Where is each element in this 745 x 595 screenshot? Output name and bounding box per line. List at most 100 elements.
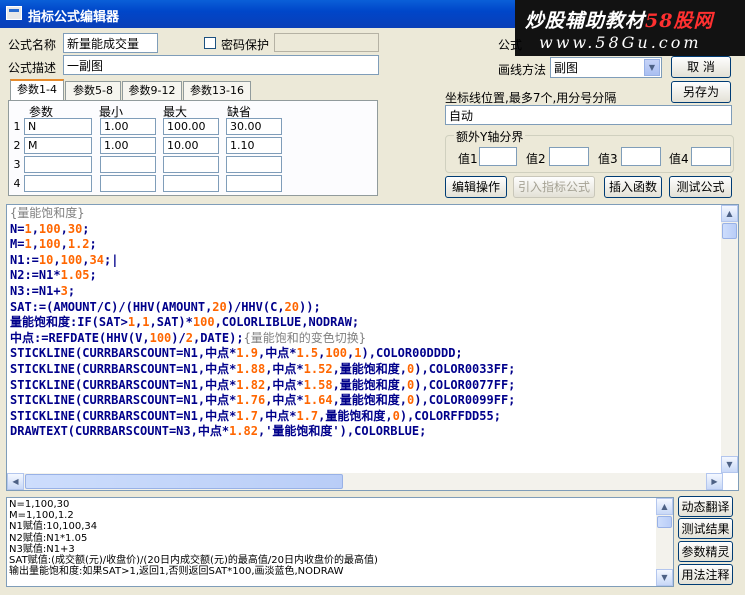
scroll-left-icon[interactable]: ◀ (7, 473, 24, 490)
code-token: {量能饱和的变色切换} (243, 330, 367, 345)
extra-y-axis-title: 额外Y轴分界 (454, 128, 526, 145)
code-token: ),COLOR0099FF; (414, 393, 516, 408)
output-vscroll-thumb[interactable] (657, 516, 672, 528)
edit-operation-button[interactable]: 编辑操作 (445, 176, 507, 198)
tab-params-9-12[interactable]: 参数9-12 (122, 81, 182, 101)
dynamic-translate-button[interactable]: 动态翻译 (678, 496, 733, 517)
code-line[interactable]: STICKLINE(CURRBARSCOUNT=N1,中点*1.88,中点*1.… (10, 362, 515, 378)
code-line[interactable]: STICKLINE(CURRBARSCOUNT=N1,中点*1.9,中点*1.5… (10, 346, 515, 362)
code-token: 1.64 (303, 393, 333, 408)
code-token: 1.82 (236, 377, 266, 392)
code-token: 1.5 (296, 346, 319, 361)
param-row-num: 3 (13, 158, 21, 171)
code-line[interactable]: STICKLINE(CURRBARSCOUNT=N1,中点*1.7,中点*1.7… (10, 409, 515, 425)
draw-method-select[interactable]: 副图 ▼ (550, 57, 662, 78)
editor-vscroll-thumb[interactable] (722, 223, 737, 239)
value1-input[interactable] (479, 147, 517, 166)
scroll-down-icon[interactable]: ▼ (721, 456, 738, 473)
code-token: 2 (185, 330, 193, 345)
code-token: 1.05 (60, 268, 90, 283)
code-line[interactable]: {量能饱和度} (10, 206, 515, 222)
param-name-input[interactable]: N (24, 118, 92, 135)
code-line[interactable]: STICKLINE(CURRBARSCOUNT=N1,中点*1.82,中点*1.… (10, 378, 515, 394)
code-line[interactable]: 中点:=REFDATE(HHV(V,100)/2,DATE);{量能饱和的变色切… (10, 331, 515, 347)
code-token: )/HHV(C, (226, 299, 285, 314)
editor-hscroll-thumb[interactable] (25, 474, 343, 489)
code-token: 100 (38, 221, 61, 236)
formula-code-text[interactable]: {量能饱和度} N=1,100,30; M=1,100,1.2; N1:=10,100… (10, 206, 515, 440)
value4-input[interactable] (691, 147, 731, 166)
value2-input[interactable] (549, 147, 589, 166)
param-min-input[interactable]: 1.00 (100, 118, 156, 135)
editor-horizontal-scrollbar[interactable]: ◀ ▶ (7, 473, 723, 490)
param-name-input[interactable] (24, 175, 92, 192)
code-line[interactable]: 量能饱和度:IF(SAT>1,1,SAT)*100,COLORLIBLUE,NO… (10, 315, 515, 331)
editor-vertical-scrollbar[interactable]: ▲ ▼ (721, 205, 738, 473)
code-token: 1.52 (303, 361, 333, 376)
code-token: 3 (60, 283, 68, 298)
param-max-input[interactable]: 100.00 (163, 118, 219, 135)
app-window-icon (6, 6, 22, 20)
param-min-input[interactable]: 1.00 (100, 137, 156, 154)
param-max-input[interactable]: 10.00 (163, 137, 219, 154)
test-formula-button[interactable]: 测试公式 (669, 176, 732, 198)
value1-label: 值1 (458, 152, 478, 166)
code-line[interactable]: N1:=10,100,34;| (10, 253, 515, 269)
formula-code-editor[interactable]: {量能饱和度} N=1,100,30; M=1,100,1.2; N1:=10,100… (6, 204, 739, 491)
cancel-button[interactable]: 取 消 (671, 56, 731, 78)
translation-text: N=1,100,30 M=1,100,1.2 N1赋值:10,100,34 N2赋值:… (9, 499, 378, 577)
scroll-right-icon[interactable]: ▶ (706, 473, 723, 490)
translation-line: N2赋值:N1*1.05 (9, 532, 88, 544)
window-title: 指标公式编辑器 (28, 10, 120, 25)
chevron-down-icon[interactable]: ▼ (644, 59, 660, 76)
param-default-input[interactable] (226, 175, 282, 192)
output-vertical-scrollbar[interactable]: ▲ ▼ (656, 498, 673, 586)
param-name-input[interactable]: M (24, 137, 92, 154)
code-line[interactable]: N=1,100,30; (10, 222, 515, 238)
param-row-num: 4 (13, 177, 21, 190)
usage-note-button[interactable]: 用法注释 (678, 564, 733, 585)
insert-function-button[interactable]: 插入函数 (604, 176, 662, 198)
formula-name-input[interactable]: 新量能成交量 (63, 33, 158, 53)
param-min-input[interactable] (100, 175, 156, 192)
param-default-input[interactable]: 30.00 (226, 118, 282, 135)
password-checkbox[interactable] (204, 37, 216, 49)
code-token: , (60, 221, 68, 236)
value3-input[interactable] (621, 147, 661, 166)
code-token: ,中点* (257, 346, 297, 361)
code-line[interactable]: DRAWTEXT(CURRBARSCOUNT=N3,中点*1.82,'量能饱和度… (10, 424, 515, 440)
code-line[interactable]: SAT:=(AMOUNT/C)/(HHV(AMOUNT,20)/HHV(C,20… (10, 300, 515, 316)
test-result-button[interactable]: 测试结果 (678, 518, 733, 539)
scroll-up-icon[interactable]: ▲ (656, 498, 673, 515)
scroll-down-icon[interactable]: ▼ (656, 569, 673, 586)
param-default-input[interactable] (226, 156, 282, 173)
code-token: M= (10, 237, 25, 252)
code-token: ,量能饱和度, (332, 393, 408, 408)
watermark-text-a: 炒股辅助教材 (525, 10, 646, 32)
save-as-button[interactable]: 另存为 (671, 81, 731, 103)
tab-params-5-8[interactable]: 参数5-8 (65, 81, 121, 101)
code-token: ; (67, 283, 76, 298)
param-max-input[interactable] (163, 175, 219, 192)
code-token: ,DATE); (192, 330, 244, 345)
tab-params-1-4[interactable]: 参数1-4 (10, 79, 64, 101)
param-max-input[interactable] (163, 156, 219, 173)
code-token: N3:=N1+ (10, 283, 61, 298)
param-wizard-button[interactable]: 参数精灵 (678, 541, 733, 562)
code-line[interactable]: STICKLINE(CURRBARSCOUNT=N1,中点*1.76,中点*1.… (10, 393, 515, 409)
code-token: N1:= (10, 252, 39, 267)
translation-line: N=1,100,30 (9, 499, 70, 510)
tab-params-13-16[interactable]: 参数13-16 (183, 81, 251, 101)
formula-desc-input[interactable]: 一副图 (63, 55, 379, 75)
code-token: ),COLORFFDD55; (399, 408, 501, 423)
scroll-up-icon[interactable]: ▲ (721, 205, 738, 222)
param-min-input[interactable] (100, 156, 156, 173)
param-name-input[interactable] (24, 156, 92, 173)
code-line[interactable]: N2:=N1*1.05; (10, 268, 515, 284)
code-token: 中点:=REFDATE(HHV(V, (10, 330, 150, 345)
param-default-input[interactable]: 1.10 (226, 137, 282, 154)
translation-line: 输出量能饱和度:如果SAT>1,返回1,否则返回SAT*100,画淡蓝色,NOD… (9, 566, 344, 578)
code-line[interactable]: M=1,100,1.2; (10, 237, 515, 253)
axis-position-input[interactable]: 自动 (445, 105, 732, 125)
code-line[interactable]: N3:=N1+3; (10, 284, 515, 300)
